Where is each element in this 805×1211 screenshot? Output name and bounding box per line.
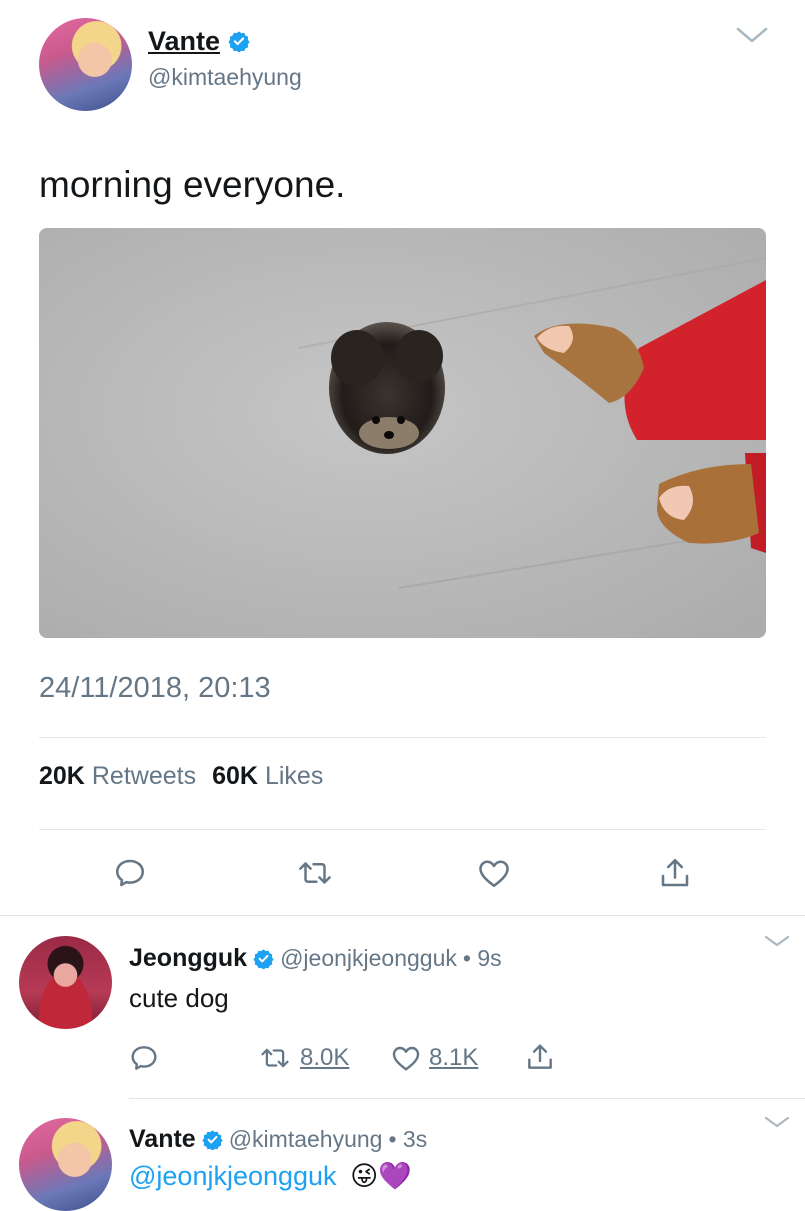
likes-count: 60K [212, 762, 258, 790]
like-icon[interactable] [476, 855, 512, 891]
chevron-down-icon[interactable] [735, 25, 769, 45]
retweets-label: Retweets [91, 762, 197, 790]
chevron-down-icon[interactable] [763, 933, 791, 949]
verified-icon [228, 31, 250, 52]
tweet-text: morning everyone. [39, 164, 346, 205]
tweet-timestamp[interactable]: 24/11/2018, 20:13 [39, 672, 271, 705]
reply-icon[interactable] [128, 1042, 160, 1074]
section-divider [0, 915, 805, 916]
reply-time: • 3s [388, 1125, 428, 1152]
retweet-icon [261, 1048, 289, 1068]
tweet-media[interactable] [39, 228, 766, 638]
reply-header: Jeongguk @jeonjkjeongguk • 9s [129, 942, 502, 974]
like-icon [392, 1046, 420, 1071]
divider [129, 1098, 805, 1099]
retweets-stat[interactable]: 20K Retweets [39, 762, 196, 791]
divider [39, 829, 766, 830]
reply-like-action[interactable]: 8.1K [390, 1042, 478, 1074]
reply-avatar[interactable] [19, 936, 112, 1029]
reply-author-handle[interactable]: @jeonjkjeongguk [280, 945, 457, 972]
mention-link[interactable]: @jeonjkjeongguk [129, 1161, 337, 1191]
reply-retweet-count: 8.0K [300, 1044, 350, 1071]
divider [39, 737, 766, 738]
media-image [39, 228, 766, 638]
reply-icon[interactable] [112, 855, 148, 891]
likes-stat[interactable]: 60K Likes [212, 762, 323, 791]
author-name[interactable]: Vante [148, 26, 220, 57]
author-handle[interactable]: @kimtaehyung [148, 64, 302, 91]
reply-emojis: 😜💜 [350, 1161, 412, 1191]
author-name-row: Vante [148, 24, 250, 58]
reply-time: • 9s [462, 944, 502, 971]
reply-header: Vante @kimtaehyung • 3s [129, 1123, 427, 1155]
verified-icon [253, 948, 274, 969]
reply-retweet-action[interactable]: 8.0K [258, 1043, 349, 1073]
reply-like-count: 8.1K [429, 1044, 479, 1071]
reply-author-name[interactable]: Vante [129, 1125, 196, 1154]
retweet-icon[interactable] [296, 855, 334, 891]
reply-text: @jeonjkjeongguk 😜💜 [129, 1160, 412, 1192]
verified-icon [202, 1129, 223, 1150]
reply-text: cute dog [129, 983, 229, 1013]
reply-avatar[interactable] [19, 1118, 112, 1211]
share-icon[interactable] [524, 1041, 556, 1073]
retweets-count: 20K [39, 762, 85, 790]
reply-author-handle[interactable]: @kimtaehyung [229, 1126, 383, 1153]
reply-author-name[interactable]: Jeongguk [129, 944, 247, 973]
chevron-down-icon[interactable] [763, 1114, 791, 1130]
likes-label: Likes [264, 762, 324, 790]
tweet-stats: 20K Retweets 60K Likes [39, 762, 323, 791]
author-avatar[interactable] [39, 18, 132, 111]
share-icon[interactable] [657, 855, 693, 891]
